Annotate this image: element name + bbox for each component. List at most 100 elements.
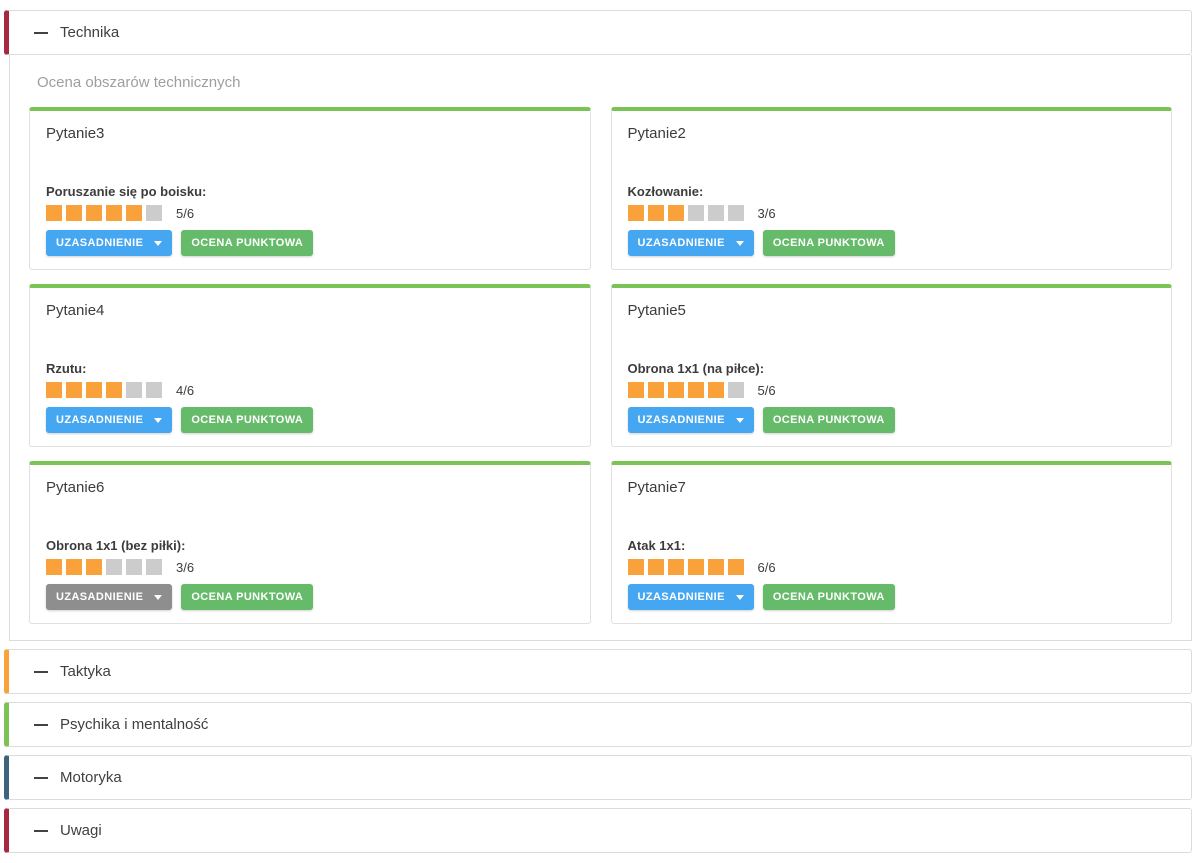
score-text: 5/6 — [758, 383, 776, 398]
rating-square-filled — [628, 205, 644, 221]
score-button[interactable]: OCENA PUNKTOWA — [763, 230, 895, 256]
accordion-label: Psychika i mentalność — [60, 716, 208, 733]
rating-row: 3/6 — [628, 205, 1156, 221]
rating-square-empty — [728, 382, 744, 398]
rating-row: 6/6 — [628, 559, 1156, 575]
rating-square-filled — [668, 382, 684, 398]
rating-square-empty — [688, 205, 704, 221]
collapse-icon — [34, 724, 48, 726]
score-button-label: OCENA PUNKTOWA — [773, 414, 885, 426]
accordion-label: Taktyka — [60, 663, 111, 680]
justification-button[interactable]: UZASADNIENIE — [628, 584, 754, 610]
score-button-label: OCENA PUNKTOWA — [773, 591, 885, 603]
question-title: Pytanie4 — [46, 302, 574, 319]
score-text: 4/6 — [176, 383, 194, 398]
score-text: 6/6 — [758, 560, 776, 575]
chevron-down-icon — [736, 241, 744, 246]
score-text: 3/6 — [758, 206, 776, 221]
question-title: Pytanie3 — [46, 125, 574, 142]
score-button[interactable]: OCENA PUNKTOWA — [181, 584, 313, 610]
justification-button-label: UZASADNIENIE — [638, 237, 725, 249]
question-card: Pytanie4 Rzutu: 4/6 UZASADNIENIE OCENA P… — [29, 284, 591, 447]
justification-button[interactable]: UZASADNIENIE — [628, 407, 754, 433]
rating-squares — [46, 205, 166, 221]
accordion-label: Motoryka — [60, 769, 122, 786]
rating-squares — [628, 382, 748, 398]
accordion-header-psychika[interactable]: Psychika i mentalność — [4, 702, 1192, 747]
criterion-label: Obrona 1x1 (bez piłki): — [46, 538, 574, 553]
cards-grid: Pytanie3 Poruszanie się po boisku: 5/6 U… — [29, 107, 1172, 624]
chevron-down-icon — [154, 418, 162, 423]
justification-button[interactable]: UZASADNIENIE — [46, 407, 172, 433]
rating-squares — [628, 205, 748, 221]
justification-button[interactable]: UZASADNIENIE — [46, 230, 172, 256]
rating-square-filled — [648, 205, 664, 221]
rating-square-empty — [728, 205, 744, 221]
rating-square-filled — [46, 205, 62, 221]
collapse-icon — [34, 777, 48, 779]
score-button[interactable]: OCENA PUNKTOWA — [181, 407, 313, 433]
collapse-icon — [34, 671, 48, 673]
question-title: Pytanie5 — [628, 302, 1156, 319]
score-button-label: OCENA PUNKTOWA — [191, 237, 303, 249]
criterion-label: Kozłowanie: — [628, 184, 1156, 199]
rating-square-filled — [66, 382, 82, 398]
rating-square-filled — [66, 559, 82, 575]
score-button[interactable]: OCENA PUNKTOWA — [763, 407, 895, 433]
card-buttons-row: UZASADNIENIE OCENA PUNKTOWA — [628, 407, 1156, 433]
justification-button[interactable]: UZASADNIENIE — [46, 584, 172, 610]
rating-square-filled — [126, 205, 142, 221]
rating-square-filled — [648, 559, 664, 575]
accordion-header-motoryka[interactable]: Motoryka — [4, 755, 1192, 800]
rating-square-empty — [146, 559, 162, 575]
rating-row: 5/6 — [46, 205, 574, 221]
justification-button-label: UZASADNIENIE — [638, 591, 725, 603]
question-title: Pytanie6 — [46, 479, 574, 496]
justification-button-label: UZASADNIENIE — [56, 414, 143, 426]
rating-square-empty — [126, 382, 142, 398]
rating-square-empty — [146, 205, 162, 221]
rating-square-filled — [688, 559, 704, 575]
score-button[interactable]: OCENA PUNKTOWA — [181, 230, 313, 256]
rating-square-filled — [86, 205, 102, 221]
rating-square-filled — [668, 205, 684, 221]
justification-button[interactable]: UZASADNIENIE — [628, 230, 754, 256]
criterion-label: Atak 1x1: — [628, 538, 1156, 553]
criterion-label: Poruszanie się po boisku: — [46, 184, 574, 199]
score-button[interactable]: OCENA PUNKTOWA — [763, 584, 895, 610]
question-title: Pytanie2 — [628, 125, 1156, 142]
justification-button-label: UZASADNIENIE — [56, 591, 143, 603]
accordion-header-uwagi[interactable]: Uwagi — [4, 808, 1192, 853]
assessment-page: Technika Ocena obszarów technicznych Pyt… — [0, 0, 1200, 853]
rating-square-empty — [708, 205, 724, 221]
collapse-icon — [34, 32, 48, 34]
rating-square-filled — [708, 382, 724, 398]
chevron-down-icon — [736, 595, 744, 600]
question-card: Pytanie6 Obrona 1x1 (bez piłki): 3/6 UZA… — [29, 461, 591, 624]
chevron-down-icon — [736, 418, 744, 423]
accordion-label: Uwagi — [60, 822, 102, 839]
justification-button-label: UZASADNIENIE — [638, 414, 725, 426]
rating-squares — [628, 559, 748, 575]
rating-square-filled — [648, 382, 664, 398]
criterion-label: Rzutu: — [46, 361, 574, 376]
rating-squares — [46, 559, 166, 575]
rating-square-filled — [106, 382, 122, 398]
question-card: Pytanie2 Kozłowanie: 3/6 UZASADNIENIE OC… — [611, 107, 1173, 270]
question-card: Pytanie3 Poruszanie się po boisku: 5/6 U… — [29, 107, 591, 270]
score-button-label: OCENA PUNKTOWA — [191, 414, 303, 426]
card-buttons-row: UZASADNIENIE OCENA PUNKTOWA — [46, 407, 574, 433]
accordion-header-taktyka[interactable]: Taktyka — [4, 649, 1192, 694]
rating-square-empty — [106, 559, 122, 575]
score-text: 5/6 — [176, 206, 194, 221]
collapse-icon — [34, 830, 48, 832]
card-buttons-row: UZASADNIENIE OCENA PUNKTOWA — [628, 230, 1156, 256]
accordion-header-technika[interactable]: Technika — [4, 10, 1192, 55]
rating-row: 4/6 — [46, 382, 574, 398]
card-buttons-row: UZASADNIENIE OCENA PUNKTOWA — [46, 230, 574, 256]
chevron-down-icon — [154, 595, 162, 600]
score-text: 3/6 — [176, 560, 194, 575]
justification-button-label: UZASADNIENIE — [56, 237, 143, 249]
question-card: Pytanie7 Atak 1x1: 6/6 UZASADNIENIE OCEN… — [611, 461, 1173, 624]
criterion-label: Obrona 1x1 (na piłce): — [628, 361, 1156, 376]
